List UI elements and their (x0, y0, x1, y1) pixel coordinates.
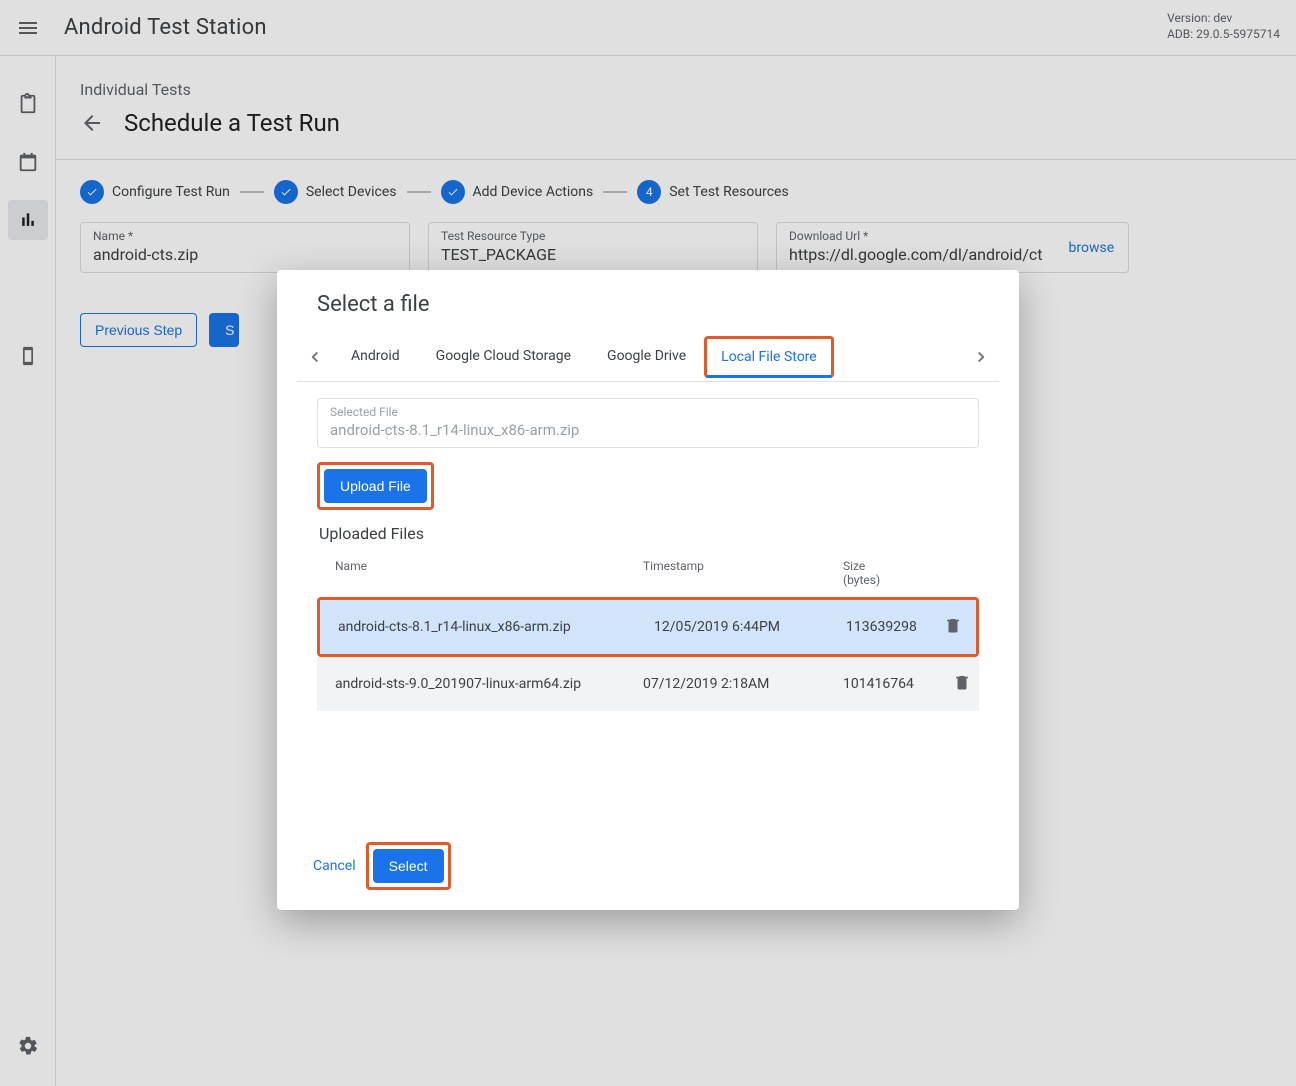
chevron-right-icon[interactable] (963, 333, 999, 381)
delete-icon[interactable] (944, 616, 962, 634)
select-button[interactable]: Select (373, 849, 444, 883)
field-value: android-cts-8.1_r14-linux_x86-arm.zip (330, 421, 966, 439)
cell-name: android-sts-9.0_201907-linux-arm64.zip (317, 657, 625, 711)
selected-file-field[interactable]: Selected File android-cts-8.1_r14-linux_… (317, 398, 979, 448)
chevron-left-icon[interactable] (297, 333, 333, 381)
tab-android[interactable]: Android (333, 334, 418, 380)
cell-timestamp: 12/05/2019 6:44PM (646, 600, 846, 654)
col-timestamp: Timestamp (625, 553, 825, 597)
tab-gdrive[interactable]: Google Drive (589, 334, 704, 380)
cell-name: android-cts-8.1_r14-linux_x86-arm.zip (320, 600, 646, 654)
selected-row-highlight: android-cts-8.1_r14-linux_x86-arm.zip 12… (317, 597, 979, 657)
tabs-row: Android Google Cloud Storage Google Driv… (297, 333, 999, 382)
uploaded-files-table: Name Timestamp Size (bytes) (317, 553, 979, 711)
cell-size: 101416764 (825, 657, 935, 711)
cancel-button[interactable]: Cancel (313, 858, 356, 874)
upload-file-button[interactable]: Upload File (324, 469, 427, 503)
upload-highlight: Upload File (317, 462, 434, 510)
table-row-wrapper: android-cts-8.1_r14-linux_x86-arm.zip 12… (317, 597, 979, 657)
col-size: Size (bytes) (825, 553, 935, 597)
cell-size: 113639298 (846, 600, 936, 654)
cell-timestamp: 07/12/2019 2:18AM (625, 657, 825, 711)
size-label-2: (bytes) (843, 573, 880, 587)
dialog-footer: Cancel Select (277, 828, 1019, 910)
size-label-1: Size (843, 559, 865, 573)
tab-gcs[interactable]: Google Cloud Storage (418, 334, 589, 380)
tab-strip: Android Google Cloud Storage Google Driv… (333, 334, 963, 380)
field-label: Selected File (330, 405, 966, 419)
delete-icon[interactable] (953, 673, 971, 691)
table-row[interactable]: android-cts-8.1_r14-linux_x86-arm.zip 12… (320, 600, 976, 654)
select-highlight: Select (366, 842, 451, 890)
col-name: Name (317, 553, 625, 597)
table-row[interactable]: android-sts-9.0_201907-linux-arm64.zip 0… (317, 657, 979, 711)
select-file-dialog: Select a file Android Google Cloud Stora… (277, 270, 1019, 910)
dialog-title: Select a file (277, 270, 1019, 333)
tab-local-file-store[interactable]: Local File Store (704, 336, 834, 378)
uploaded-files-heading: Uploaded Files (319, 524, 979, 543)
